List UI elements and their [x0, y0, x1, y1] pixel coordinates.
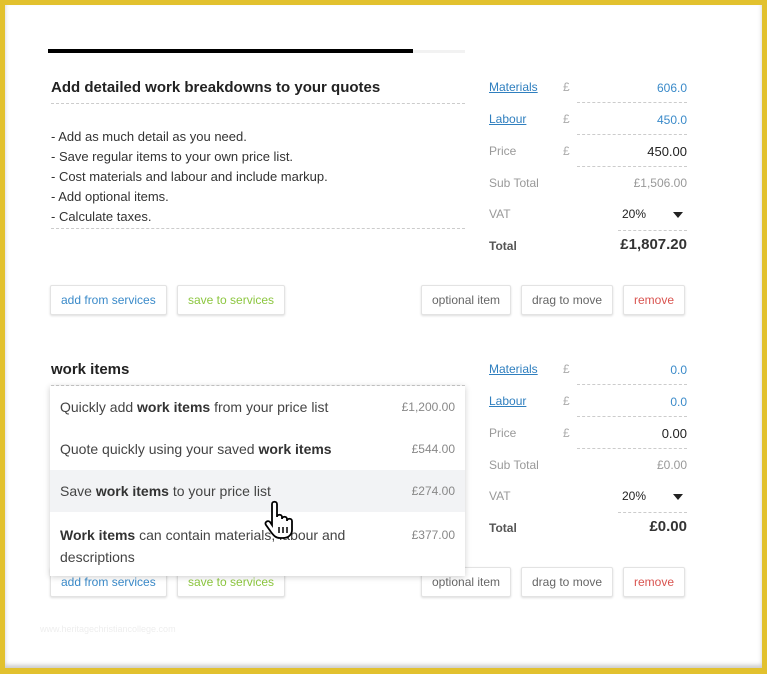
suggestion-item-highlighted[interactable]: Save work items to your price list £274.0… — [50, 470, 465, 512]
remove-button[interactable]: remove — [623, 285, 686, 315]
desc-line: - Add as much detail as you need. — [51, 129, 247, 144]
suggestions-dropdown: Quickly add work items from your price l… — [50, 386, 465, 576]
suggestion-item[interactable]: Quote quickly using your saved work item… — [50, 428, 465, 470]
card-description: - Add as much detail as you need. - Save… — [51, 127, 328, 227]
drag-to-move-button[interactable]: drag to move — [521, 285, 614, 315]
remove-button[interactable]: remove — [623, 567, 686, 597]
labour-link[interactable]: Labour — [489, 112, 526, 126]
currency-symbol: £ — [563, 144, 570, 158]
chevron-down-icon — [673, 212, 683, 218]
desc-line: - Add optional items. — [51, 189, 169, 204]
price-input[interactable]: 0.00 — [577, 426, 687, 449]
vat-value: 20% — [622, 207, 647, 221]
desc-line: - Cost materials and labour and include … — [51, 169, 328, 184]
vat-value: 20% — [622, 489, 647, 503]
vat-select[interactable]: 20% — [618, 489, 687, 513]
total-label: Total — [489, 239, 517, 253]
currency-symbol: £ — [563, 426, 570, 440]
price-input[interactable]: 450.00 — [577, 144, 687, 167]
save-to-services-button[interactable]: save to services — [177, 285, 286, 315]
materials-value[interactable]: 606.0 — [577, 81, 687, 103]
currency-symbol: £ — [563, 80, 570, 94]
price-label: Price — [489, 144, 517, 158]
progress-bar — [48, 49, 414, 53]
subtotal-value: £0.00 — [656, 458, 687, 472]
total-value: £1,807.20 — [620, 236, 687, 253]
materials-value[interactable]: 0.0 — [577, 363, 687, 385]
chevron-down-icon — [673, 494, 683, 500]
watermark: www.heritagechristiancollege.com — [40, 624, 176, 634]
price-label: Price — [489, 426, 517, 440]
hand-cursor-icon — [264, 500, 293, 539]
drag-to-move-button[interactable]: drag to move — [521, 567, 614, 597]
subtotal-value: £1,506.00 — [633, 176, 687, 190]
vat-label: VAT — [489, 207, 511, 221]
suggestion-item[interactable]: Quickly add work items from your price l… — [50, 386, 465, 428]
subtotal-label: Sub Total — [489, 458, 539, 472]
card-title: Add detailed work breakdowns to your quo… — [51, 79, 465, 104]
subtotal-label: Sub Total — [489, 176, 539, 190]
add-from-services-button[interactable]: add from services — [50, 285, 167, 315]
desc-line: - Calculate taxes. — [51, 209, 152, 224]
suggestion-item[interactable]: Work items can contain materials, labour… — [50, 512, 465, 568]
currency-symbol: £ — [563, 112, 570, 126]
currency-symbol: £ — [563, 362, 570, 376]
vat-select[interactable]: 20% — [618, 207, 687, 231]
currency-symbol: £ — [563, 394, 570, 408]
progress-track — [413, 50, 465, 53]
optional-item-button[interactable]: optional item — [421, 285, 512, 315]
total-value: £0.00 — [649, 518, 687, 535]
materials-link[interactable]: Materials — [489, 80, 538, 94]
work-item-title-input[interactable]: work items — [51, 361, 465, 386]
vat-label: VAT — [489, 489, 511, 503]
labour-value[interactable]: 450.0 — [577, 113, 687, 135]
total-label: Total — [489, 521, 517, 535]
materials-link[interactable]: Materials — [489, 362, 538, 376]
labour-link[interactable]: Labour — [489, 394, 526, 408]
desc-line: - Save regular items to your own price l… — [51, 149, 294, 164]
divider — [51, 228, 465, 229]
labour-value[interactable]: 0.0 — [577, 395, 687, 417]
